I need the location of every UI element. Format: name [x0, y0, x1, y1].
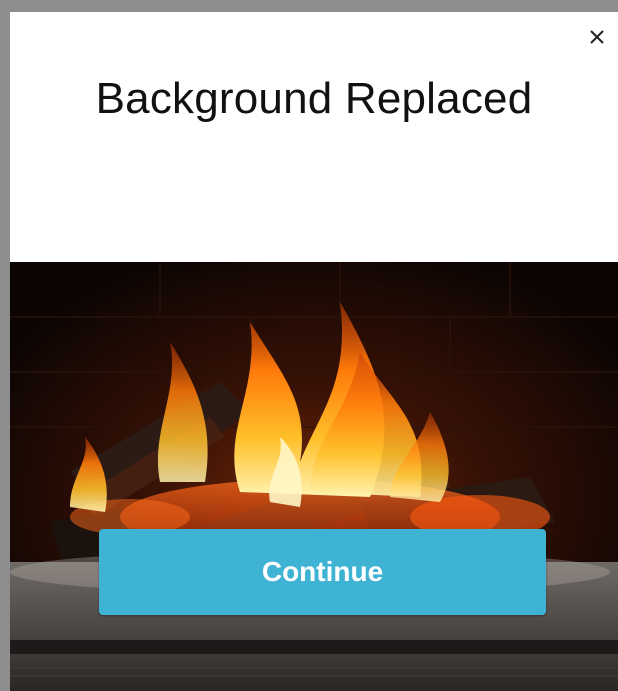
- close-icon: [588, 28, 606, 46]
- continue-button[interactable]: Continue: [99, 529, 546, 615]
- dialog-title: Background Replaced: [95, 74, 533, 123]
- window-frame: Background Replaced Continue: [0, 0, 618, 691]
- background-replaced-dialog: Background Replaced Continue: [10, 12, 618, 691]
- close-button[interactable]: [586, 26, 608, 48]
- fireplace-image: [10, 262, 618, 691]
